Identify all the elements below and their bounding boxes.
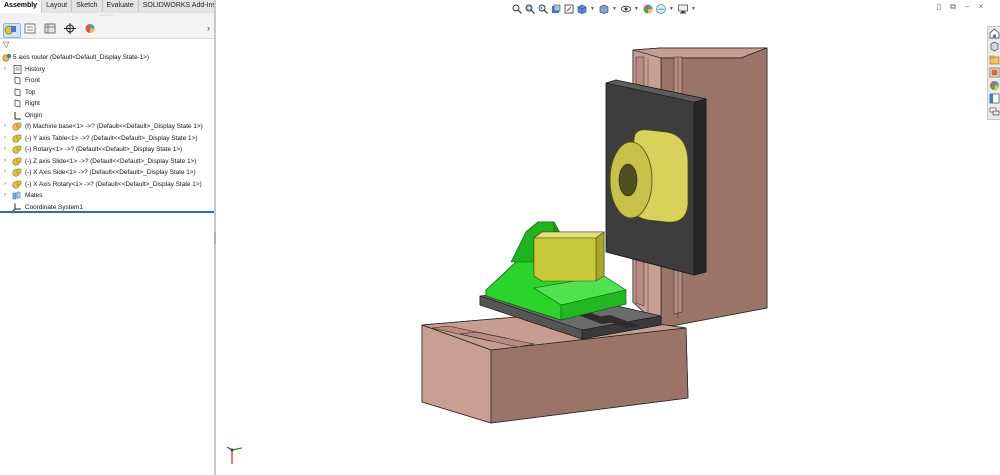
manager-tab-bar: › [0,21,214,39]
rollback-bar[interactable] [0,211,214,213]
tree-item-front-plane[interactable]: Front [0,75,214,87]
tree-item-mates[interactable]: › Mates [0,190,214,202]
panel-grip[interactable]: ⋯⋯ [0,13,214,21]
tab-evaluate[interactable]: Evaluate [103,0,139,12]
tree-item-label: (-) X Axis Rotary<1> ->? (Default<<Defau… [25,180,202,188]
display-manager-tab[interactable] [83,23,99,36]
tree-item-label: (-) Z axis Slide<1> ->? (Default<<Defaul… [25,157,197,165]
expand-arrow-icon[interactable]: › [4,190,6,202]
filter-icon[interactable]: ▽ [3,40,9,49]
property-manager-icon [24,23,36,34]
tree-item-label: Origin [25,111,43,119]
property-manager-tab[interactable] [23,23,39,36]
tree-item-right-plane[interactable]: Right [0,98,214,110]
feature-manager-icon [4,25,16,35]
expand-arrow-icon[interactable]: › [4,64,6,76]
tree-item-label: Right [25,100,40,107]
z-axis-slide[interactable] [533,231,605,282]
tree-item-y-axis-table[interactable]: › (-) Y axis Table<1> ->? (Default<<Defa… [0,133,214,145]
tab-sketch[interactable]: Sketch [72,0,103,12]
display-manager-icon [85,24,95,33]
tree-item-origin[interactable]: Origin [0,110,214,122]
tree-root-label: 5 axis router (Default<Default_Display S… [13,54,150,61]
feature-manager-tab[interactable] [3,23,21,38]
tree-item-x-axis-side[interactable]: › (-) X Axis Side<1> ->? (Default<<Defau… [0,167,214,179]
tree-item-machine-base[interactable]: › (f) Machine base<1> ->? (Default<<Defa… [0,121,214,133]
coordinate-system-icon [12,203,22,217]
expand-arrow-icon[interactable]: › [4,167,6,179]
tab-assembly[interactable]: Assembly [0,0,43,13]
expand-arrow-icon[interactable]: › [4,156,6,168]
tree-item-label: History [25,65,45,73]
tab-solidworks-add-ins[interactable]: SOLIDWORKS Add-Ins [139,0,221,12]
tree-item-label: (-) X Axis Side<1> ->? (Default<<Default… [25,169,196,176]
tree-item-label: (-) Rotary<1> ->? (Default<<Default>_Dis… [25,146,183,153]
tree-item-z-axis-slide[interactable]: › (-) Z axis Slide<1> ->? (Default<<Defa… [0,156,214,168]
tree-item-top-plane[interactable]: Top [0,87,214,99]
tree-item-label: Mates [25,192,43,199]
tab-layout[interactable]: Layout [42,0,73,12]
tree-item-label: Front [25,77,40,84]
expand-arrow-icon[interactable]: › [4,133,6,145]
dimxpert-manager-tab[interactable] [63,23,79,36]
tree-item-label: Top [25,88,36,96]
feature-tree: 5 axis router (Default<Default_Display S… [0,52,214,213]
expand-arrow-icon[interactable]: › [4,144,6,156]
tree-item-label: (-) Y axis Table<1> ->? (Default<<Defaul… [25,134,198,142]
reference-triad-icon [226,446,243,464]
tree-item-label: (f) Machine base<1> ->? (Default<<Defaul… [25,123,203,130]
configuration-manager-icon [44,23,56,34]
tree-root[interactable]: 5 axis router (Default<Default_Display S… [0,52,214,64]
tree-item-x-axis-rotary[interactable]: › (-) X Axis Rotary<1> ->? (Default<<Def… [0,179,214,191]
expand-arrow-icon[interactable]: › [4,121,6,133]
configuration-manager-tab[interactable] [43,23,59,36]
dimxpert-manager-icon [64,23,76,34]
graphics-area[interactable]: ▼ ▼ ▼ ▼ ▼ ▯ ⧉ – × [216,0,1000,475]
router-assembly-model[interactable] [216,0,1000,475]
chevron-right-icon[interactable]: › [207,23,210,33]
tree-item-rotary[interactable]: › (-) Rotary<1> ->? (Default<<Default>_D… [0,144,214,156]
expand-arrow-icon[interactable]: › [4,179,6,191]
tree-item-history[interactable]: › History [0,64,214,76]
